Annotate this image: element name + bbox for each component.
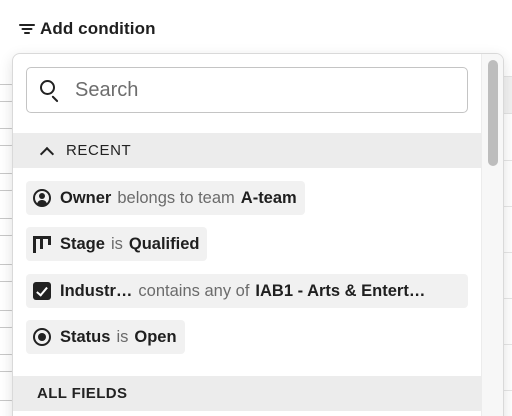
scrollbar[interactable] xyxy=(481,54,503,416)
recent-section-label: RECENT xyxy=(66,142,132,159)
condition-field: Status xyxy=(60,327,111,346)
add-condition-button[interactable]: Add condition xyxy=(18,19,156,39)
recent-condition-status[interactable]: Status is Open xyxy=(26,320,185,354)
recent-condition-owner[interactable]: Owner belongs to team A-team xyxy=(26,181,305,215)
all-fields-section: ALL FIELDS xyxy=(13,376,481,411)
condition-value: A-team xyxy=(240,188,297,207)
search-field[interactable] xyxy=(26,67,468,113)
recent-condition-industry[interactable]: Industr… contains any of IAB1 - Arts & E… xyxy=(26,274,468,308)
add-condition-label: Add condition xyxy=(40,19,156,38)
stage-icon xyxy=(33,235,51,253)
condition-field: Stage xyxy=(60,234,105,253)
condition-operator: is xyxy=(110,234,123,253)
search-input[interactable] xyxy=(75,78,435,102)
condition-field: Owner xyxy=(60,188,112,207)
scrollbar-thumb[interactable] xyxy=(488,60,498,166)
condition-value: IAB1 - Arts & Entert… xyxy=(255,281,426,300)
all-fields-label: ALL FIELDS xyxy=(37,385,128,402)
condition-value: Open xyxy=(134,327,177,346)
filter-icon xyxy=(18,22,36,36)
status-icon xyxy=(33,328,51,346)
recent-section-toggle[interactable]: RECENT xyxy=(13,133,481,168)
checkbox-icon xyxy=(33,282,51,300)
owner-icon xyxy=(33,189,51,207)
chevron-up-icon xyxy=(40,145,52,157)
condition-operator: contains any of xyxy=(138,281,250,300)
search-icon xyxy=(39,79,61,103)
condition-value: Qualified xyxy=(128,234,200,253)
condition-dropdown: RECENT Owner belongs to team A-team Stag… xyxy=(12,53,504,416)
condition-operator: belongs to team xyxy=(117,188,235,207)
condition-field: Industr… xyxy=(60,281,133,300)
recent-condition-stage[interactable]: Stage is Qualified xyxy=(26,227,208,261)
condition-operator: is xyxy=(116,327,129,346)
